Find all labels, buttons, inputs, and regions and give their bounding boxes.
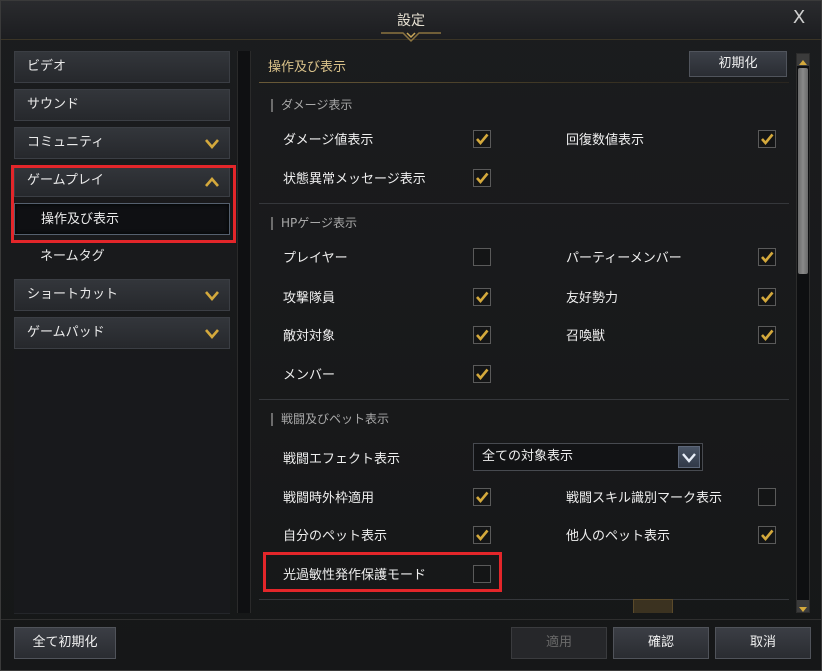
panel-splitter bbox=[237, 51, 251, 613]
section-divider bbox=[259, 203, 789, 204]
sidebar-item-label: サウンド bbox=[27, 97, 80, 112]
option-label: メンバー bbox=[283, 368, 336, 383]
sidebar-item-shortcut[interactable]: ショートカット bbox=[14, 279, 230, 311]
checkbox-skill-mark[interactable] bbox=[758, 488, 776, 506]
sidebar-item-label: ショートカット bbox=[27, 287, 119, 302]
section-title-hp: HPゲージ表示 bbox=[271, 217, 357, 230]
section-divider bbox=[259, 599, 789, 600]
option-label: 戦闘エフェクト表示 bbox=[283, 452, 401, 467]
option-label: 自分のペット表示 bbox=[283, 529, 388, 544]
apply-button[interactable]: 適用 bbox=[511, 627, 607, 659]
checkmark-icon bbox=[476, 368, 489, 381]
chevron-down-icon bbox=[205, 139, 219, 149]
window-title: 設定 bbox=[397, 13, 425, 29]
checkbox-hp-friendly[interactable] bbox=[758, 288, 776, 306]
sidebar-item-label: ネームタグ bbox=[40, 249, 105, 264]
scroll-down-icon[interactable] bbox=[797, 600, 809, 612]
sidebar-subitem-nametag[interactable]: ネームタグ bbox=[14, 241, 230, 273]
checkmark-icon bbox=[476, 491, 489, 504]
sidebar-item-sound[interactable]: サウンド bbox=[14, 89, 230, 121]
checkbox-heal-value[interactable] bbox=[758, 130, 776, 148]
option-label: 敵対対象 bbox=[283, 329, 336, 344]
sidebar-empty-row bbox=[14, 503, 230, 542]
sidebar-item-label: ゲームパッド bbox=[27, 325, 105, 340]
chevron-down-icon bbox=[678, 446, 700, 468]
highlight-box-photosensitive bbox=[263, 552, 502, 592]
sidebar-empty-row bbox=[14, 465, 230, 504]
checkmark-icon bbox=[476, 329, 489, 342]
checkbox-hp-raid[interactable] bbox=[473, 288, 491, 306]
sidebar-item-community[interactable]: コミュニティ bbox=[14, 127, 230, 159]
checkbox-hp-party[interactable] bbox=[758, 248, 776, 266]
title-ornament-icon bbox=[381, 32, 441, 43]
sidebar-item-label: コミュニティ bbox=[27, 135, 105, 150]
sidebar-empty-row bbox=[14, 427, 230, 466]
sidebar-item-video[interactable]: ビデオ bbox=[14, 51, 230, 83]
checkmark-icon bbox=[476, 529, 489, 542]
sidebar-item-label: ビデオ bbox=[27, 59, 67, 74]
section-title-battle: 戦闘及びペット表示 bbox=[271, 413, 389, 426]
checkbox-hp-summon[interactable] bbox=[758, 326, 776, 344]
checkbox-hp-member[interactable] bbox=[473, 365, 491, 383]
confirm-button[interactable]: 確認 bbox=[613, 627, 709, 659]
highlight-box-gameplay bbox=[11, 165, 236, 243]
sidebar-empty-row bbox=[14, 579, 230, 614]
sidebar-empty-row bbox=[14, 389, 230, 428]
scroll-thumb[interactable] bbox=[798, 68, 808, 274]
section-title-damage: ダメージ表示 bbox=[271, 99, 352, 112]
option-label: プレイヤー bbox=[283, 251, 348, 266]
checkbox-hp-enemy[interactable] bbox=[473, 326, 491, 344]
cancel-button[interactable]: 取消 bbox=[715, 627, 811, 659]
option-label: 戦闘スキル識別マーク表示 bbox=[566, 491, 723, 506]
reset-all-button[interactable]: 全て初期化 bbox=[14, 627, 116, 659]
sidebar-empty-row bbox=[14, 541, 230, 580]
option-label: 攻撃隊員 bbox=[283, 291, 336, 306]
reset-button[interactable]: 初期化 bbox=[689, 51, 787, 77]
checkmark-icon bbox=[761, 329, 774, 342]
section-divider bbox=[259, 399, 789, 400]
checkmark-icon bbox=[476, 172, 489, 185]
settings-window: 設定 X ビデオ サウンド コミュニティ ゲームプレイ 操作及び表示 ネームタグ bbox=[0, 0, 822, 671]
title-bar: 設定 X bbox=[1, 1, 821, 43]
option-label: パーティーメンバー bbox=[566, 251, 682, 266]
chevron-down-icon bbox=[205, 291, 219, 301]
checkbox-status-message[interactable] bbox=[473, 169, 491, 187]
scroll-up-icon[interactable] bbox=[797, 54, 809, 66]
option-label: 友好勢力 bbox=[566, 291, 619, 306]
checkbox-other-pet[interactable] bbox=[758, 526, 776, 544]
battle-effect-select[interactable]: 全ての対象表示 bbox=[473, 443, 703, 471]
checkmark-icon bbox=[761, 291, 774, 304]
partial-image bbox=[633, 599, 673, 613]
option-label: 召喚獣 bbox=[566, 329, 606, 344]
scrollbar[interactable] bbox=[796, 53, 810, 613]
footer-divider bbox=[1, 619, 821, 620]
option-label: ダメージ値表示 bbox=[283, 133, 374, 148]
checkmark-icon bbox=[476, 291, 489, 304]
checkmark-icon bbox=[761, 251, 774, 264]
chevron-down-icon bbox=[205, 329, 219, 339]
sidebar: ビデオ サウンド コミュニティ ゲームプレイ 操作及び表示 ネームタグ ショート… bbox=[14, 51, 232, 614]
header-divider bbox=[259, 82, 789, 83]
checkbox-own-pet[interactable] bbox=[473, 526, 491, 544]
checkmark-icon bbox=[476, 133, 489, 146]
sidebar-empty-row bbox=[14, 351, 230, 390]
select-value: 全ての対象表示 bbox=[482, 449, 574, 464]
option-label: 他人のペット表示 bbox=[566, 529, 671, 544]
checkmark-icon bbox=[761, 529, 774, 542]
option-label: 回復数値表示 bbox=[566, 133, 645, 148]
option-label: 状態異常メッセージ表示 bbox=[283, 172, 426, 187]
checkbox-damage-value[interactable] bbox=[473, 130, 491, 148]
checkbox-hp-player[interactable] bbox=[473, 248, 491, 266]
checkbox-battle-frame[interactable] bbox=[473, 488, 491, 506]
option-label: 戦闘時外枠適用 bbox=[283, 491, 375, 506]
content-panel: 操作及び表示 初期化 ダメージ表示 ダメージ値表示 回復数値表示 状態異常メッセ… bbox=[259, 51, 789, 613]
sidebar-item-gamepad[interactable]: ゲームパッド bbox=[14, 317, 230, 349]
page-title: 操作及び表示 bbox=[268, 60, 347, 75]
close-icon[interactable]: X bbox=[789, 8, 809, 28]
checkmark-icon bbox=[761, 133, 774, 146]
